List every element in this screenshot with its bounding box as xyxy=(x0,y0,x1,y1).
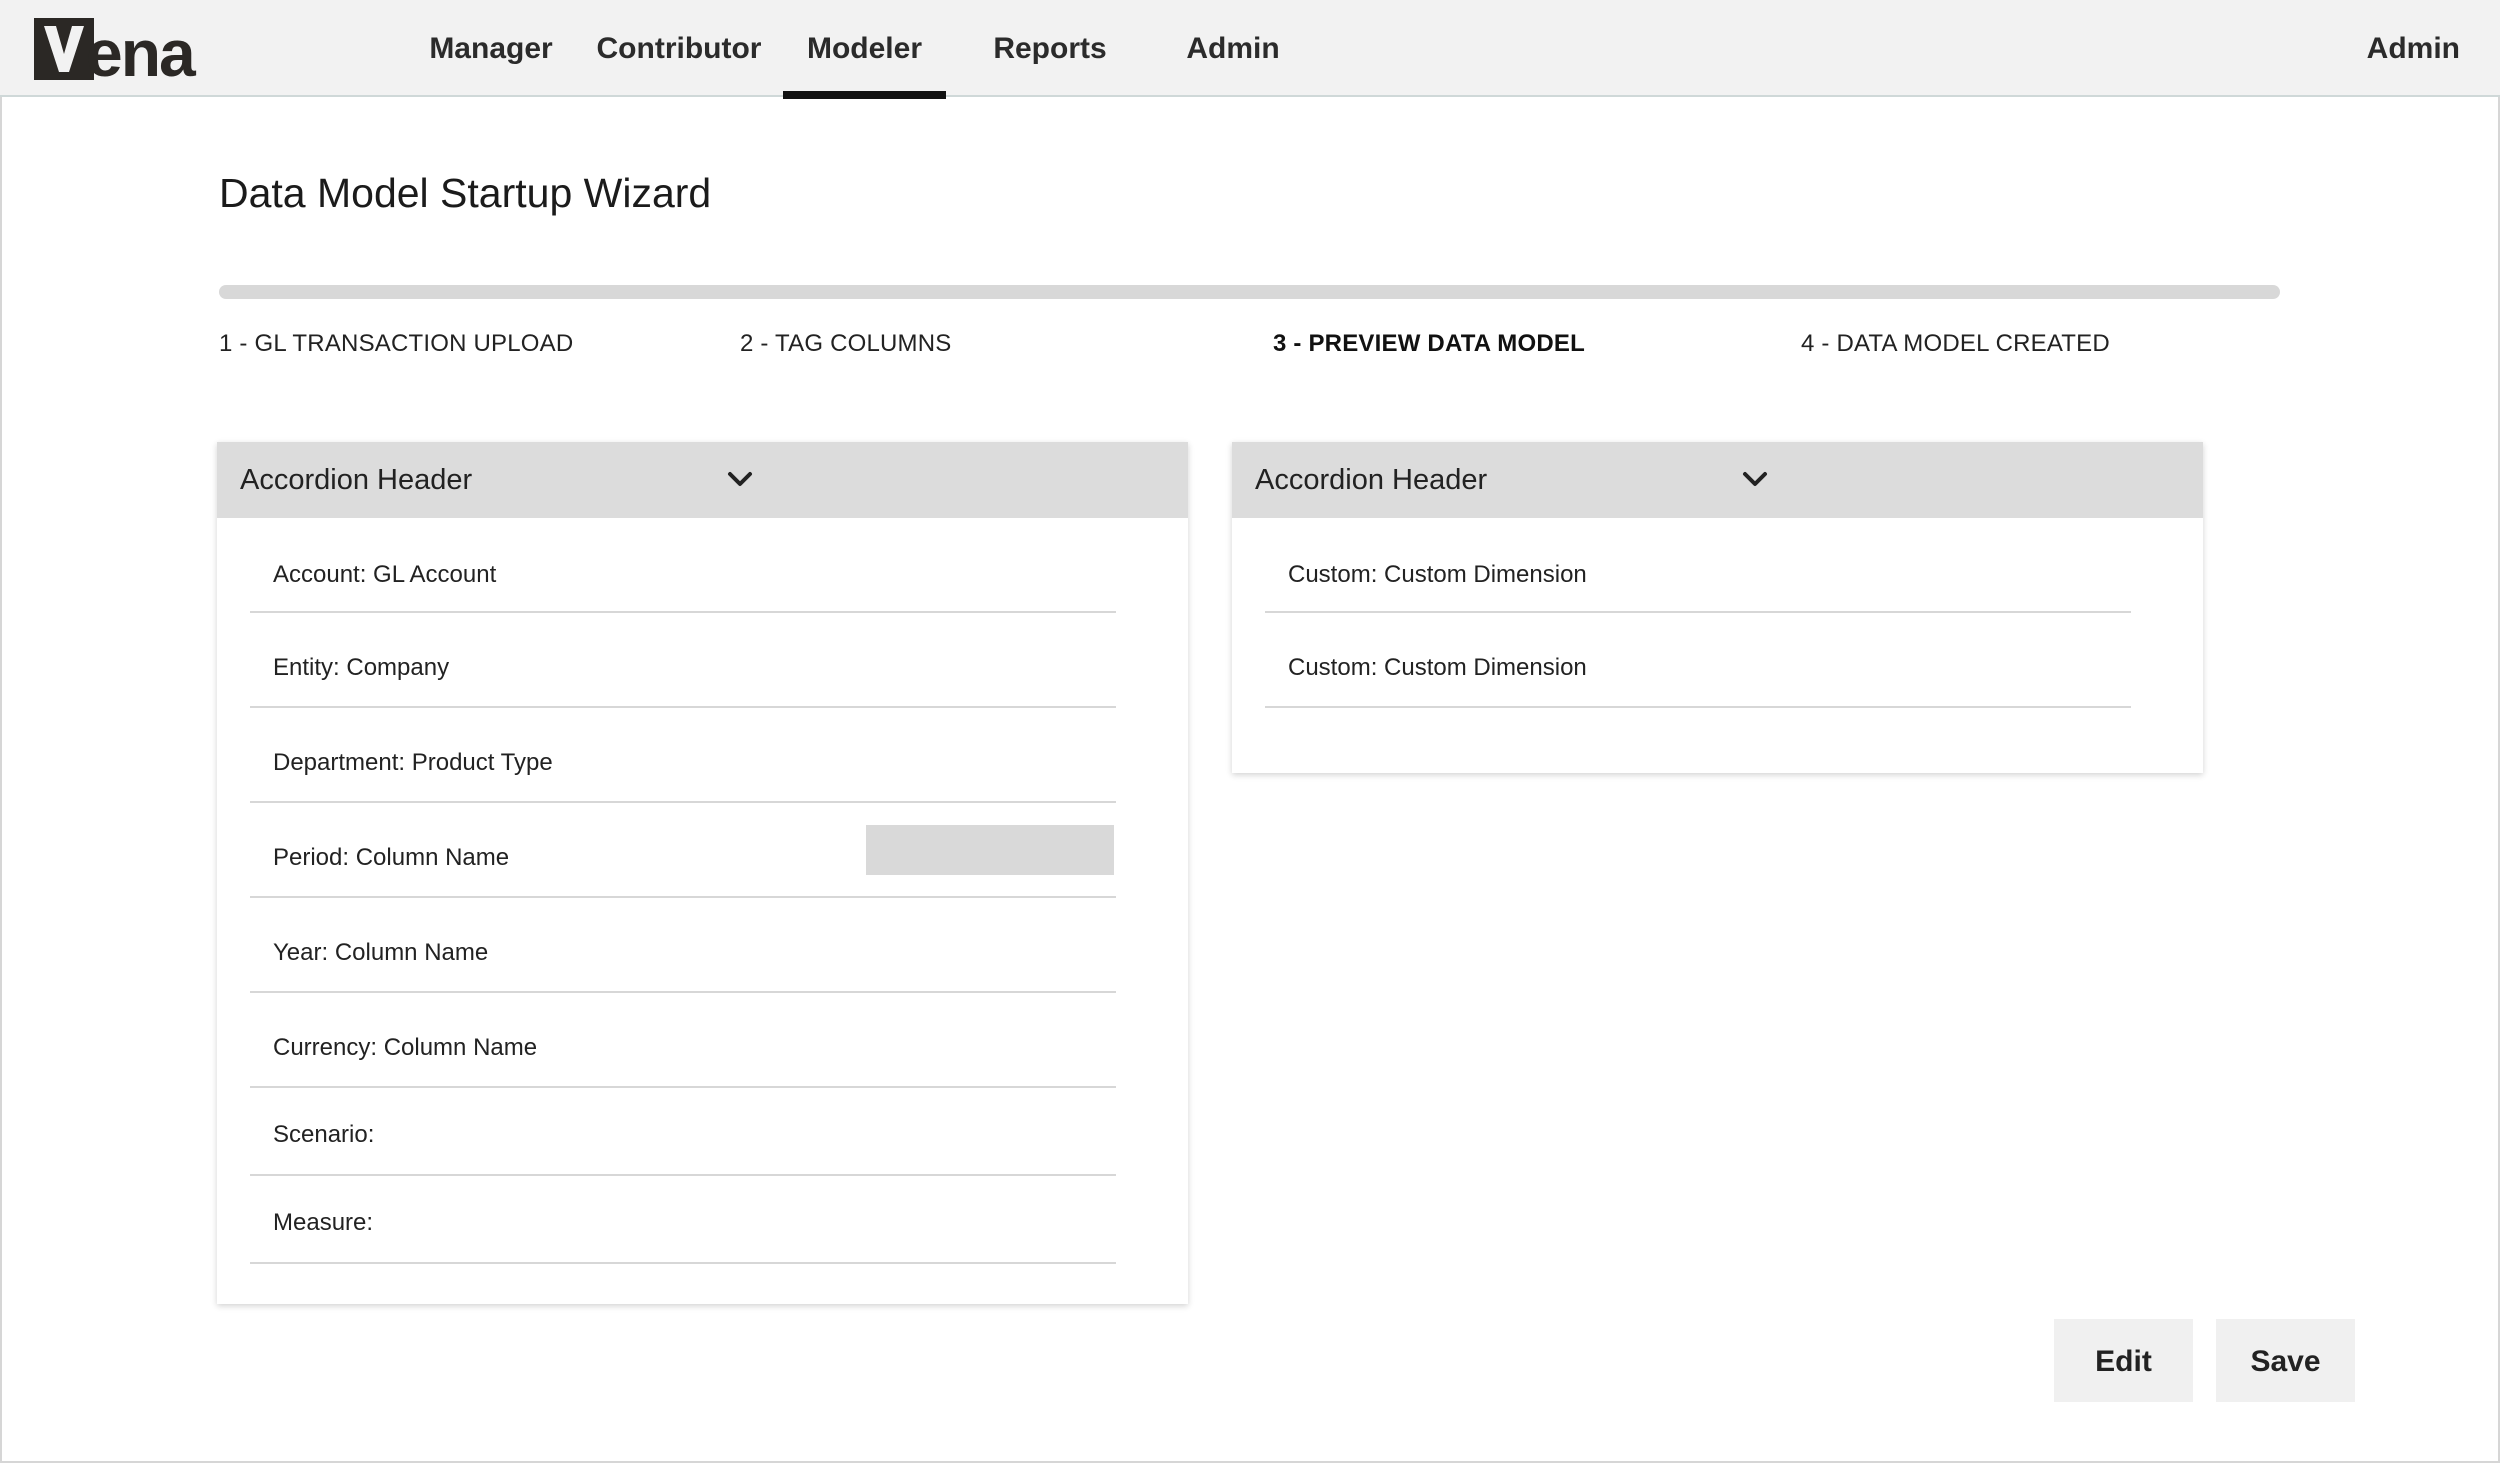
dimension-label: Entity: Company xyxy=(273,654,450,681)
accordion-right: Accordion Header Custom: Custom Dimensio… xyxy=(1232,442,2203,773)
accordion-header[interactable]: Accordion Header xyxy=(217,442,1188,518)
nav-manager[interactable]: Manager xyxy=(420,0,562,97)
page-title: Data Model Startup Wizard xyxy=(219,170,712,216)
save-button[interactable]: Save xyxy=(2216,1319,2355,1402)
accordion-header[interactable]: Accordion Header xyxy=(1232,442,2203,518)
top-navigation: ena Manager Contributor Modeler Reports … xyxy=(0,0,2500,99)
step-preview-data-model[interactable]: 3 - PREVIEW DATA MODEL xyxy=(1273,330,1585,358)
dimension-label: Custom: Custom Dimension xyxy=(1288,561,1587,588)
dimension-label: Year: Column Name xyxy=(273,939,489,966)
period-placeholder-field[interactable] xyxy=(866,825,1114,875)
list-item: Account: GL Account xyxy=(250,518,1116,613)
list-item: Entity: Company xyxy=(250,613,1116,708)
step-tag-columns[interactable]: 2 - TAG COLUMNS xyxy=(740,330,951,358)
dimension-label: Period: Column Name xyxy=(273,844,510,871)
dimension-label: Account: GL Account xyxy=(273,561,497,588)
user-menu[interactable]: Admin xyxy=(2367,0,2460,97)
dimension-label: Custom: Custom Dimension xyxy=(1288,654,1587,681)
list-item: Scenario: xyxy=(250,1088,1116,1176)
list-item: Year: Column Name xyxy=(250,898,1116,993)
list-item: Custom: Custom Dimension xyxy=(1265,613,2131,708)
dimension-label: Scenario: xyxy=(273,1121,375,1148)
chevron-down-icon[interactable] xyxy=(725,464,755,494)
logo-mark-icon xyxy=(34,18,94,80)
logo-wordmark: ena xyxy=(86,16,196,90)
accordion-header-label: Accordion Header xyxy=(240,464,473,496)
edit-button[interactable]: Edit xyxy=(2054,1319,2193,1402)
nav-admin[interactable]: Admin xyxy=(1180,0,1286,97)
accordion-left: Accordion Header Account: GL Account Ent… xyxy=(217,442,1188,1304)
list-item: Currency: Column Name xyxy=(250,993,1116,1088)
step-data-model-created[interactable]: 4 - DATA MODEL CREATED xyxy=(1801,330,2110,358)
chevron-down-icon[interactable] xyxy=(1740,464,1770,494)
dimension-label: Currency: Column Name xyxy=(273,1034,538,1061)
list-item: Period: Column Name xyxy=(250,803,1116,898)
nav-modeler[interactable]: Modeler xyxy=(783,0,946,99)
step-gl-transaction-upload[interactable]: 1 - GL TRANSACTION UPLOAD xyxy=(219,330,573,358)
accordion-header-label: Accordion Header xyxy=(1255,464,1488,496)
nav-reports[interactable]: Reports xyxy=(990,0,1110,97)
list-item: Custom: Custom Dimension xyxy=(1265,518,2131,613)
nav-contributor[interactable]: Contributor xyxy=(592,0,766,97)
dimension-label: Department: Product Type xyxy=(273,749,553,776)
list-item: Measure: xyxy=(250,1176,1116,1264)
list-item: Department: Product Type xyxy=(250,708,1116,803)
wizard-progress-bar xyxy=(219,285,2280,299)
dimension-label: Measure: xyxy=(273,1209,374,1236)
